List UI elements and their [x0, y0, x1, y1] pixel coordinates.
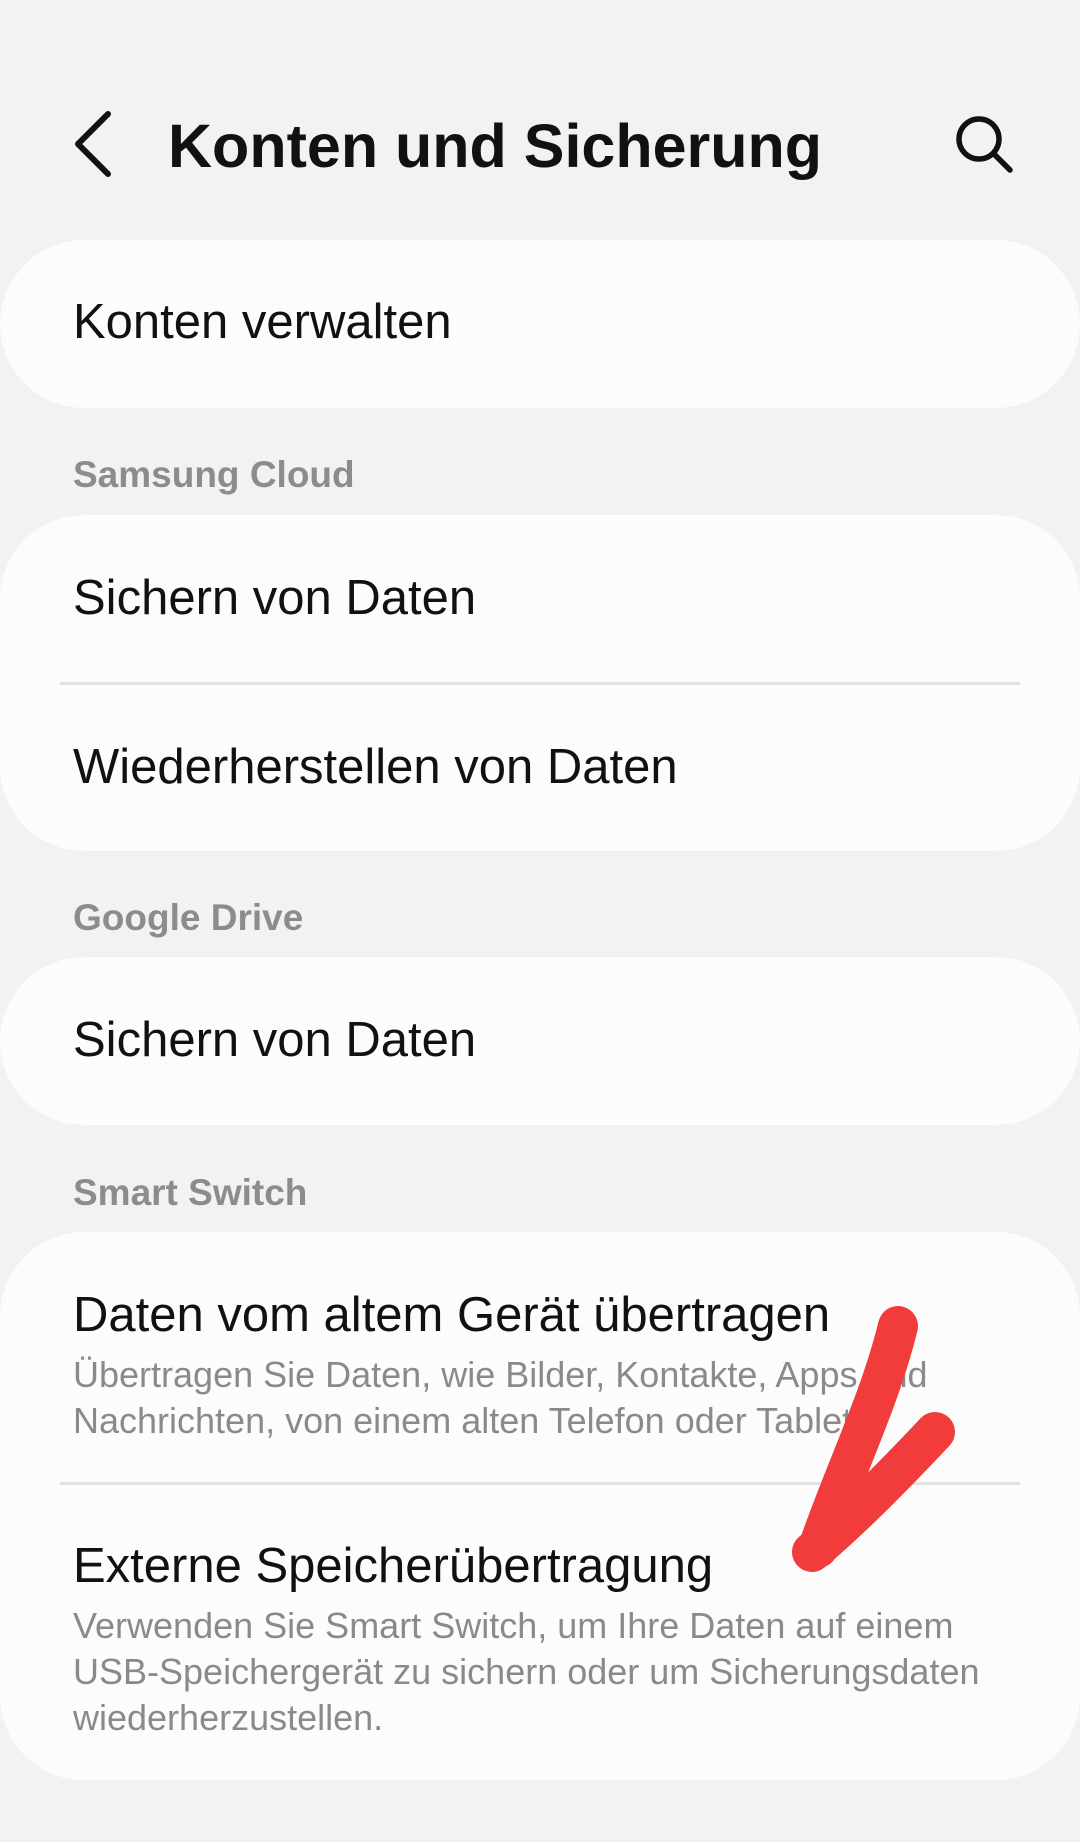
section-header-google-drive: Google Drive [73, 897, 304, 938]
external-storage-transfer-description: Verwenden Sie Smart Switch, um Ihre Date… [73, 1605, 980, 1738]
samsung-cloud-backup-label: Sichern von Daten [73, 571, 477, 625]
external-storage-transfer-item[interactable]: Externe Speicherübertragung Verwenden Si… [0, 1537, 1080, 1741]
divider [60, 1482, 1020, 1485]
app-bar: Konten und Sicherung [0, 0, 1080, 240]
external-storage-transfer-label: Externe Speicherübertragung [73, 1539, 714, 1593]
transfer-from-old-device-label: Daten vom altem Gerät übertragen [73, 1288, 831, 1342]
accounts-card: Konten verwalten [0, 240, 1080, 408]
search-icon [956, 116, 1013, 173]
samsung-cloud-backup-item[interactable]: Sichern von Daten [0, 569, 1080, 627]
transfer-from-old-device-item[interactable]: Daten vom altem Gerät übertragen Übertra… [0, 1286, 1080, 1444]
section-header-smart-switch: Smart Switch [73, 1172, 308, 1213]
transfer-from-old-device-description: Übertragen Sie Daten, wie Bilder, Kontak… [73, 1354, 928, 1441]
samsung-cloud-restore-label: Wiederherstellen von Daten [73, 740, 678, 794]
google-drive-card: Sichern von Daten [0, 957, 1080, 1125]
back-button[interactable] [62, 108, 126, 180]
chevron-left-icon [75, 111, 111, 177]
page-title: Konten und Sicherung [168, 112, 823, 180]
search-button[interactable] [950, 110, 1020, 180]
manage-accounts-item[interactable]: Konten verwalten [0, 293, 1080, 351]
manage-accounts-label: Konten verwalten [73, 295, 452, 349]
samsung-cloud-card: Sichern von Daten Wiederherstellen von D… [0, 515, 1080, 851]
settings-screen: Konten und Sicherung Konten verwalten Sa… [0, 0, 1080, 1842]
section-header-samsung-cloud: Samsung Cloud [73, 454, 355, 495]
google-drive-backup-label: Sichern von Daten [73, 1013, 477, 1067]
samsung-cloud-restore-item[interactable]: Wiederherstellen von Daten [0, 738, 1080, 796]
divider [60, 682, 1020, 685]
google-drive-backup-item[interactable]: Sichern von Daten [0, 1011, 1080, 1069]
smart-switch-card: Daten vom altem Gerät übertragen Übertra… [0, 1232, 1080, 1780]
